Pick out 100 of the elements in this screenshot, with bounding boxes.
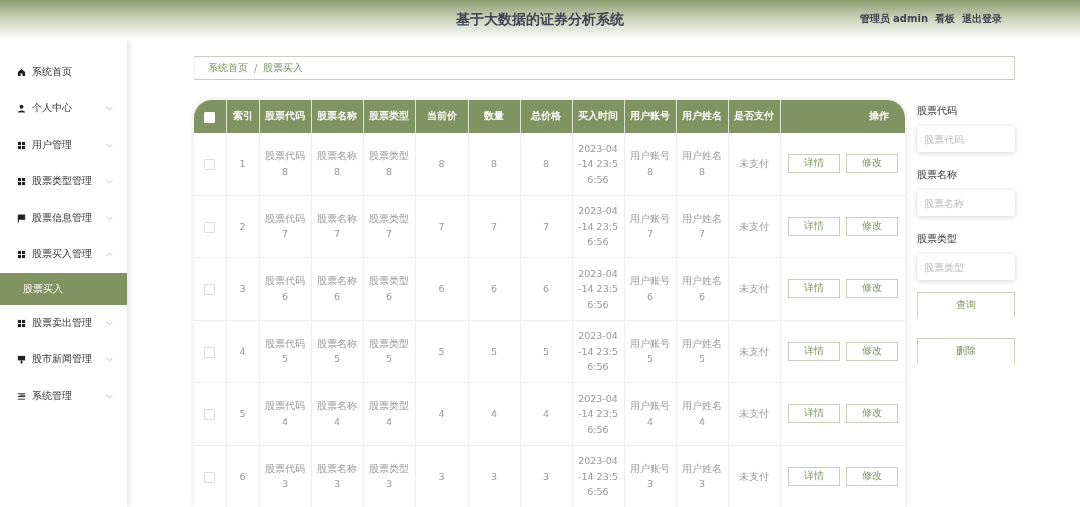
- sidebar-item[interactable]: 股票买入管理: [0, 236, 127, 273]
- table-cell-text: 3: [541, 469, 550, 484]
- header-link[interactable]: 退出登录: [962, 12, 1002, 26]
- row-checkbox[interactable]: [204, 346, 216, 358]
- details-button[interactable]: 详情: [787, 466, 840, 486]
- breadcrumb-link[interactable]: 系统首页: [208, 61, 248, 75]
- table-cell-text: 8: [489, 157, 498, 171]
- edit-button[interactable]: 修改: [845, 466, 898, 486]
- sidebar-item[interactable]: 系统首页: [0, 54, 127, 91]
- column-header: 股票类型: [363, 100, 415, 133]
- search-field[interactable]: 股票代码: [917, 126, 1015, 152]
- table-cell-text: 用户姓名4: [681, 399, 723, 429]
- table-cell-text: 股票类型8: [368, 149, 410, 179]
- table-cell-text: 股票名称7: [316, 211, 358, 242]
- details-button[interactable]: 详情: [787, 341, 840, 361]
- table-cell-text: 未支付: [738, 407, 770, 421]
- sidebar-item[interactable]: 个人中心: [0, 90, 127, 127]
- signboard-icon: [17, 355, 26, 365]
- table-cell-text: 用户姓名6: [681, 274, 723, 304]
- table-cell-text: 2023-04-14 23:56:56: [578, 454, 618, 499]
- chevron-down-icon: [106, 320, 113, 326]
- column-header: 当前价: [415, 100, 468, 133]
- table-cell-text: 用户账号7: [629, 211, 671, 242]
- table-cell-text: 股票名称4: [316, 399, 358, 429]
- table-cell-text: 股票名称3: [316, 461, 358, 492]
- details-button[interactable]: 详情: [787, 279, 840, 299]
- search-button[interactable]: 查询: [917, 292, 1015, 318]
- table-cell-text: 4: [489, 407, 498, 421]
- field-label: 股票类型: [917, 233, 958, 246]
- table-cell-text: 股票名称5: [316, 336, 358, 367]
- column-header: 股票名称: [311, 100, 363, 133]
- table-cell-text: 3: [437, 469, 446, 484]
- delete-button[interactable]: 删除: [917, 338, 1015, 364]
- chevron-down-icon: [106, 215, 113, 221]
- sidebar-subitem[interactable]: 股票买入: [0, 273, 127, 305]
- table-cell-text: 5: [238, 407, 247, 421]
- table-cell-text: 3: [238, 282, 247, 296]
- column-header: 数量: [468, 100, 520, 133]
- table-cell-text: 7: [489, 219, 498, 234]
- table-cell-text: 2: [238, 219, 247, 234]
- table-cell-text: 用户姓名8: [681, 149, 723, 179]
- table-cell-text: 未支付: [738, 469, 770, 484]
- column-header: 总价格: [520, 100, 572, 133]
- table-cell-text: 4: [437, 407, 446, 421]
- table-cell-text: 7: [541, 219, 550, 234]
- edit-button[interactable]: 修改: [845, 279, 898, 299]
- table-cell-text: 股票代码8: [264, 149, 306, 179]
- select-all-checkbox[interactable]: [204, 111, 216, 123]
- table-cell-text: 5: [437, 344, 446, 359]
- table-cell-text: 8: [437, 157, 446, 171]
- breadcrumb-link[interactable]: 股票买入: [263, 61, 304, 75]
- table-cell-text: 4: [541, 407, 550, 421]
- table-cell-text: 股票代码6: [264, 274, 306, 304]
- table-cell-text: 股票类型6: [368, 274, 410, 304]
- table-cell-text: 股票名称8: [316, 149, 358, 179]
- table-cell-text: 未支付: [738, 219, 770, 234]
- edit-button[interactable]: 修改: [845, 216, 898, 236]
- grid-icon: [17, 140, 26, 150]
- sidebar-item[interactable]: 股票信息管理: [0, 200, 127, 237]
- sidebar-item[interactable]: 股票类型管理: [0, 163, 127, 200]
- column-header: 操作: [780, 100, 905, 133]
- table-cell-text: 2023-04-14 23:56:56: [578, 141, 618, 187]
- row-checkbox[interactable]: [204, 471, 216, 483]
- row-checkbox[interactable]: [204, 409, 216, 420]
- search-field[interactable]: 股票名称: [917, 190, 1015, 216]
- grid-icon: [17, 250, 26, 260]
- chevron-down-icon: [106, 179, 113, 185]
- table-cell-text: 用户账号6: [629, 274, 671, 304]
- table-cell-text: 3: [489, 469, 498, 484]
- details-button[interactable]: 详情: [787, 216, 840, 236]
- table-cell-text: 股票类型4: [368, 399, 410, 429]
- row-checkbox[interactable]: [204, 284, 216, 295]
- edit-button[interactable]: 修改: [845, 404, 898, 424]
- edit-button[interactable]: 修改: [845, 341, 898, 361]
- system-title: 基于大数据的证券分析系统: [456, 11, 624, 29]
- table-cell-text: 股票代码7: [264, 211, 306, 242]
- details-button[interactable]: 详情: [787, 154, 840, 174]
- sidebar-item[interactable]: 系统管理: [0, 378, 127, 415]
- flag-icon: [17, 213, 26, 223]
- row-checkbox[interactable]: [204, 221, 216, 233]
- sidebar-item[interactable]: 用户管理: [0, 127, 127, 164]
- header-link[interactable]: 看板: [935, 12, 955, 26]
- edit-button[interactable]: 修改: [845, 154, 898, 174]
- chevron-down-icon: [106, 142, 113, 148]
- table-cell-text: 股票类型7: [368, 211, 410, 242]
- details-button[interactable]: 详情: [787, 404, 840, 424]
- column-header: 用户账号: [624, 100, 676, 133]
- sidebar-item[interactable]: 股票卖出管理: [0, 305, 127, 342]
- chevron-down-icon: [106, 393, 113, 399]
- field-label: 股票名称: [917, 169, 958, 182]
- table-cell-text: 用户账号3: [629, 461, 671, 492]
- table-cell-text: 股票代码5: [264, 336, 306, 367]
- table-cell-text: 5: [489, 344, 498, 359]
- table-cell-text: 8: [541, 157, 550, 171]
- sidebar-item[interactable]: 股市新闻管理: [0, 341, 127, 378]
- list-icon: [17, 391, 26, 401]
- row-checkbox[interactable]: [204, 159, 216, 170]
- table-cell-text: 未支付: [738, 344, 770, 359]
- table-cell-text: 6: [238, 469, 247, 484]
- column-header: 索引: [226, 100, 259, 133]
